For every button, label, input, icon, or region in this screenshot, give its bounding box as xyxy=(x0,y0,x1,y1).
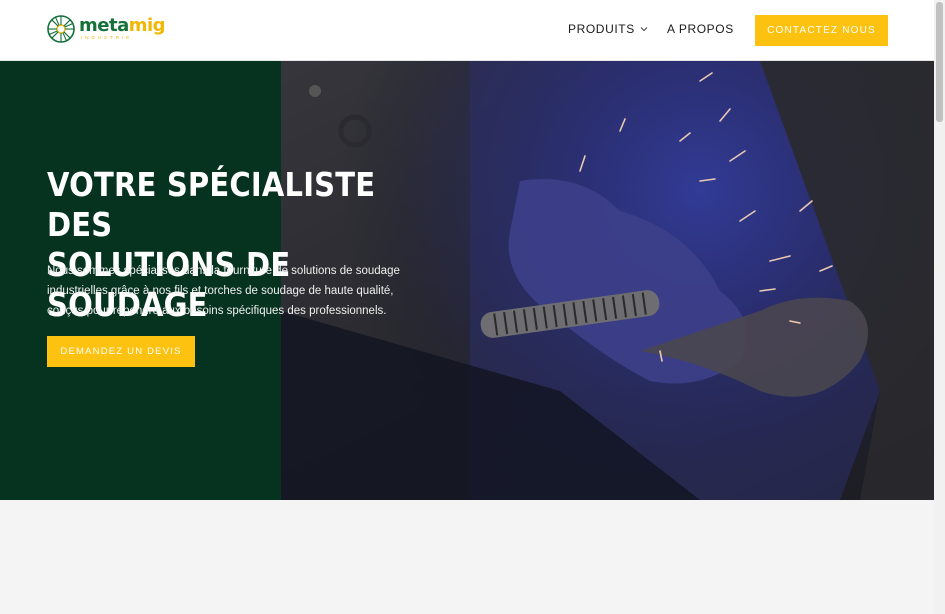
hero-title-line-1: VOTRE SPÉCIALISTE DES xyxy=(47,165,376,244)
gear-logo-icon xyxy=(47,15,75,43)
nav-a-propos[interactable]: A PROPOS xyxy=(667,22,734,36)
hero-section: VOTRE SPÉCIALISTE DES SOLUTIONS DE SOUDA… xyxy=(0,61,934,500)
chevron-down-icon xyxy=(640,27,648,32)
nav-produits[interactable]: PRODUITS xyxy=(568,22,648,36)
logo-word-mig: mig xyxy=(128,15,166,37)
hero-text-line-3: conçus pour répondre aux besoins spécifi… xyxy=(47,305,387,317)
page: metamig INDUSTRIE PRODUITS A PROPOS CONT… xyxy=(0,0,945,614)
contact-button[interactable]: CONTACTEZ NOUS xyxy=(755,15,888,46)
hero-description: Nous sommes spécialisés dans la fournitu… xyxy=(47,261,467,321)
logo[interactable]: metamig INDUSTRIE xyxy=(46,14,166,44)
site-header: metamig INDUSTRIE PRODUITS A PROPOS CONT… xyxy=(0,0,934,61)
next-section xyxy=(0,500,934,614)
hero-text-line-2: industrielles grâce à nos fils et torche… xyxy=(47,285,394,297)
page-scrollbar[interactable] xyxy=(934,0,945,614)
logo-tagline: INDUSTRIE xyxy=(81,35,133,41)
nav-produits-label: PRODUITS xyxy=(568,22,635,36)
hero-text-line-1: Nous sommes spécialisés dans la fournitu… xyxy=(47,265,400,277)
logo-word-meta: meta xyxy=(79,15,129,37)
request-quote-button[interactable]: DEMANDEZ UN DEVIS xyxy=(47,336,195,367)
nav-a-propos-label: A PROPOS xyxy=(667,22,734,36)
scrollbar-thumb[interactable] xyxy=(936,2,943,122)
